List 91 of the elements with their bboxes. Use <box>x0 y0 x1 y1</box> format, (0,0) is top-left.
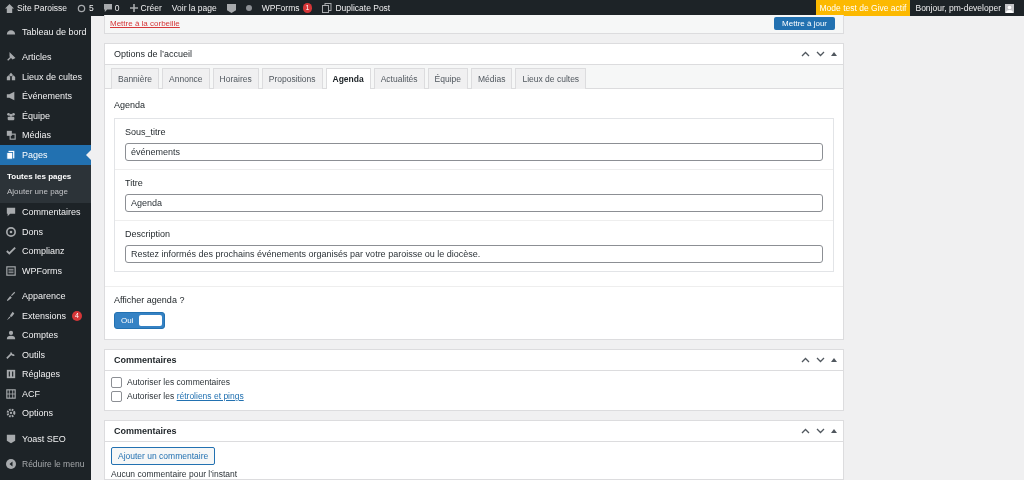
chevron-down-icon[interactable] <box>816 356 825 363</box>
toolbar-link[interactable]: Voir la page <box>171 3 217 13</box>
speech-bubble-icon <box>6 207 16 218</box>
sidebar-item[interactable]: Lieux de cultes <box>0 67 91 87</box>
field-label: Titre <box>125 177 144 188</box>
panel-title: Commentaires <box>114 354 177 365</box>
text-field[interactable]: événements <box>125 142 823 161</box>
sidebar-item[interactable]: Articles <box>0 47 91 67</box>
checkbox[interactable] <box>111 390 122 402</box>
status-dot-icon <box>245 5 252 11</box>
brush-icon <box>6 291 16 302</box>
sidebar-item[interactable]: ACF <box>0 384 91 404</box>
speech-bubble-icon <box>103 4 112 12</box>
sidebar-item[interactable]: Yoast SEO <box>0 429 91 449</box>
toolbar-link[interactable]: 5 <box>89 3 94 13</box>
buildings-icon <box>6 71 16 82</box>
checkbox-label: Autoriser les rétroliens et pings <box>127 391 244 402</box>
grid-icon <box>6 388 16 399</box>
tab[interactable]: Équipe <box>427 67 468 89</box>
sidebar-item[interactable]: Complianz <box>0 241 91 261</box>
empty-comments-note: Aucun commentaire pour l’instant <box>111 468 239 479</box>
trackbacks-link[interactable]: rétroliens et pings <box>176 391 244 402</box>
sidebar-item[interactable]: Comptes <box>0 325 91 345</box>
shield-icon[interactable] <box>226 3 236 13</box>
sidebar-item[interactable]: Commentaires <box>0 202 91 222</box>
panel-title: Options de l’accueil <box>114 48 193 59</box>
submenu-item[interactable]: Toutes les pages <box>0 168 91 184</box>
sidebar-item[interactable]: Pages <box>0 145 91 165</box>
toolbar-link[interactable]: Site Paroisse <box>17 3 68 13</box>
toggle-switch[interactable]: Oui <box>114 311 165 329</box>
toolbar-link[interactable]: WPForms <box>261 3 300 13</box>
megaphone-icon <box>6 91 16 102</box>
tab[interactable]: Annonce <box>162 67 210 89</box>
tab[interactable]: Actualités <box>373 67 425 89</box>
shield-icon <box>6 433 16 444</box>
toolbar-link[interactable]: 0 <box>114 3 120 13</box>
section-label: Agenda <box>114 99 147 110</box>
field-label: Sous_titre <box>125 126 167 137</box>
sidebar-item[interactable]: Apparence <box>0 286 91 306</box>
tab[interactable]: Propositions <box>261 67 323 89</box>
toolbar-link[interactable]: Duplicate Post <box>335 3 391 13</box>
check-icon <box>6 246 16 257</box>
sidebar-item[interactable]: Réglages <box>0 364 91 384</box>
tab[interactable]: Lieux de cultes <box>515 67 587 89</box>
coin-icon <box>6 226 16 237</box>
home-icon <box>5 3 14 13</box>
checkbox-label: Autoriser les commentaires <box>127 377 230 388</box>
toggle-label: Afficher agenda ? <box>114 294 186 305</box>
field-label: Description <box>125 228 172 239</box>
chevron-up-icon[interactable] <box>801 427 810 434</box>
chevron-up-icon[interactable] <box>801 356 810 363</box>
collapse-icon[interactable] <box>6 459 16 469</box>
collapse-triangle-icon[interactable] <box>831 428 837 433</box>
wrench-icon <box>6 349 16 360</box>
tab[interactable]: Horaires <box>212 67 259 89</box>
form-icon <box>6 265 16 276</box>
chevron-up-icon[interactable] <box>801 50 810 57</box>
copy-icon <box>322 3 333 13</box>
submenu-item[interactable]: Ajouter une page <box>0 183 91 199</box>
checkbox[interactable] <box>111 376 122 388</box>
add-comment-button[interactable]: Ajouter un commentaire <box>111 446 216 465</box>
tab[interactable]: Agenda <box>325 67 371 89</box>
sidebar-item[interactable]: Tableau de bord <box>0 22 91 42</box>
collapse-triangle-icon[interactable] <box>831 357 837 362</box>
toolbar-link[interactable]: Créer <box>140 3 162 13</box>
avatar-icon[interactable] <box>1005 3 1014 13</box>
media-icon <box>6 130 16 141</box>
people-icon <box>6 110 16 121</box>
update-button[interactable]: Mettre à jour <box>774 17 835 31</box>
sidebar-item[interactable]: Événements <box>0 86 91 106</box>
text-field[interactable]: Restez informés des prochains événements organisés par votre paroisse ou le diocèse. <box>125 244 823 263</box>
tab[interactable]: Médias <box>471 67 513 89</box>
user-icon <box>6 330 16 341</box>
refresh-icon <box>77 3 87 13</box>
collapse-triangle-icon[interactable] <box>831 51 837 56</box>
collapse-menu-link[interactable]: Réduire le menu <box>22 459 85 469</box>
pages-icon <box>6 149 16 160</box>
text-field[interactable]: Agenda <box>125 193 823 212</box>
sidebar-item[interactable]: Options <box>0 403 91 423</box>
sidebar-item[interactable]: Outils <box>0 345 91 365</box>
sidebar-item[interactable]: Équipe <box>0 106 91 126</box>
plus-icon <box>129 4 138 12</box>
chevron-down-icon[interactable] <box>816 427 825 434</box>
sidebar-item[interactable]: WPForms <box>0 261 91 281</box>
chevron-down-icon[interactable] <box>816 50 825 57</box>
tab[interactable]: Bannière <box>111 67 160 89</box>
sidebar-item[interactable]: Dons <box>0 222 91 242</box>
user-greeting[interactable]: Bonjour, pm-developer <box>915 3 1001 13</box>
panel-title: Commentaires <box>114 425 177 436</box>
sidebar-item[interactable]: Médias <box>0 125 91 145</box>
trash-link[interactable]: Mettre à la corbeille <box>110 19 180 29</box>
